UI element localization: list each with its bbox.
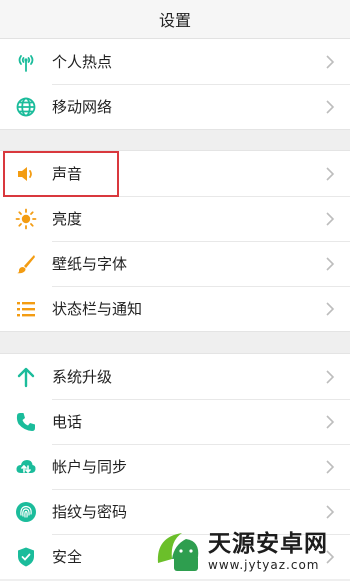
chevron-right-icon — [320, 369, 340, 385]
chevron-right-icon — [320, 99, 340, 115]
setting-label: 状态栏与通知 — [52, 300, 143, 318]
setting-label: 声音 — [52, 165, 83, 183]
sun-icon — [15, 208, 37, 230]
chevron-right-icon — [320, 414, 340, 430]
list-icon — [15, 298, 37, 320]
setting-row-brightness[interactable]: 亮度 — [0, 196, 350, 241]
watermark-url: www.jytyaz.com — [208, 558, 320, 572]
setting-row-mobile-network[interactable]: 移动网络 — [0, 84, 350, 129]
arrow-up-icon — [15, 366, 37, 388]
settings-group-network: 个人热点 移动网络 — [0, 39, 350, 129]
settings-header: 设置 — [0, 0, 350, 39]
speaker-icon — [15, 163, 37, 185]
phone-icon — [15, 411, 37, 433]
settings-group-display: 声音 亮度 壁纸与字体 状态栏与通知 — [0, 151, 350, 331]
section-divider — [0, 129, 350, 151]
page-title: 设置 — [158, 11, 191, 30]
chevron-right-icon — [320, 256, 340, 272]
chevron-right-icon — [320, 54, 340, 70]
setting-label: 移动网络 — [52, 98, 113, 116]
hotspot-icon — [15, 51, 37, 73]
cloud-sync-icon — [15, 456, 37, 478]
setting-row-accounts-sync[interactable]: 帐户与同步 — [0, 444, 350, 489]
chevron-right-icon — [320, 211, 340, 227]
setting-row-system-update[interactable]: 系统升级 — [0, 354, 350, 399]
setting-row-hotspot[interactable]: 个人热点 — [0, 39, 350, 84]
site-watermark: 天源安卓网 www.jytyaz.com — [152, 523, 348, 579]
setting-label: 系统升级 — [52, 368, 113, 386]
setting-row-phone[interactable]: 电话 — [0, 399, 350, 444]
setting-row-sound[interactable]: 声音 — [0, 151, 350, 196]
setting-label: 指纹与密码 — [52, 503, 128, 521]
setting-label: 壁纸与字体 — [52, 255, 128, 273]
brush-icon — [15, 253, 37, 275]
setting-label: 个人热点 — [52, 53, 113, 71]
setting-label: 帐户与同步 — [52, 458, 128, 476]
chevron-right-icon — [320, 301, 340, 317]
chevron-right-icon — [320, 459, 340, 475]
setting-label: 电话 — [52, 413, 83, 431]
fingerprint-icon — [15, 501, 37, 523]
chevron-right-icon — [320, 166, 340, 182]
watermark-title: 天源安卓网 — [208, 531, 328, 557]
chevron-right-icon — [320, 504, 340, 520]
globe-icon — [15, 96, 37, 118]
setting-row-status-bar[interactable]: 状态栏与通知 — [0, 286, 350, 331]
android-logo-icon — [152, 525, 204, 577]
section-divider — [0, 331, 350, 354]
shield-icon — [15, 546, 37, 568]
setting-label: 亮度 — [52, 210, 83, 228]
setting-row-wallpaper-font[interactable]: 壁纸与字体 — [0, 241, 350, 286]
